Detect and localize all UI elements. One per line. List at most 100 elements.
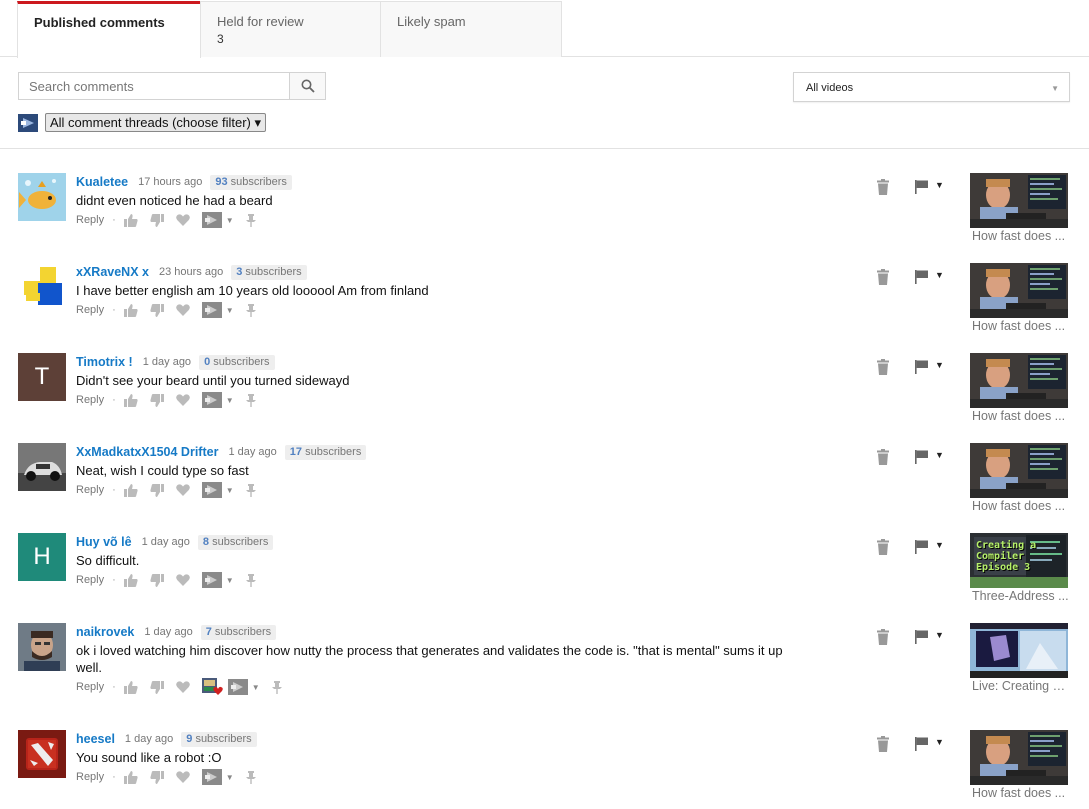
author-name[interactable]: Huy võ lê xyxy=(76,535,132,549)
reply-button[interactable]: Reply xyxy=(76,394,104,406)
thumbs-up-icon[interactable] xyxy=(123,770,138,784)
chevron-down-icon[interactable]: ▼ xyxy=(226,396,234,405)
reply-button[interactable]: Reply xyxy=(76,484,104,496)
reply-button[interactable]: Reply xyxy=(76,214,104,226)
avatar[interactable]: T xyxy=(18,353,66,401)
video-title[interactable]: How fast does ... xyxy=(972,229,1072,243)
chevron-down-icon[interactable]: ▼ xyxy=(226,773,234,782)
video-thumbnail[interactable] xyxy=(970,623,1068,678)
reply-button[interactable]: Reply xyxy=(76,574,104,586)
channel-avatar-icon[interactable] xyxy=(227,679,248,695)
thumbs-up-icon[interactable] xyxy=(123,393,138,407)
creator-heart-avatar[interactable] xyxy=(201,678,224,696)
flag-menu-chevron-icon[interactable]: ▼ xyxy=(935,360,944,370)
tab-held-for-review[interactable]: Held for review 3 xyxy=(200,1,381,57)
thumbs-down-icon[interactable] xyxy=(150,393,164,407)
channel-avatar-icon[interactable] xyxy=(201,392,222,408)
flag-icon[interactable] xyxy=(915,450,929,464)
thumbs-up-icon[interactable] xyxy=(123,573,138,587)
video-thumbnail[interactable] xyxy=(970,173,1068,228)
comment-time[interactable]: 1 day ago xyxy=(142,536,190,548)
comment-time[interactable]: 1 day ago xyxy=(143,356,191,368)
trash-icon[interactable] xyxy=(877,539,889,555)
video-title[interactable]: How fast does ... xyxy=(972,786,1072,800)
author-name[interactable]: Kualetee xyxy=(76,175,128,189)
flag-menu-chevron-icon[interactable]: ▼ xyxy=(935,180,944,190)
flag-menu-chevron-icon[interactable]: ▼ xyxy=(935,630,944,640)
heart-icon[interactable] xyxy=(175,213,190,227)
pin-icon[interactable] xyxy=(244,573,258,587)
search-input[interactable] xyxy=(18,72,290,100)
pin-icon[interactable] xyxy=(270,680,284,694)
flag-menu-chevron-icon[interactable]: ▼ xyxy=(935,450,944,460)
heart-icon[interactable] xyxy=(175,770,190,784)
video-thumbnail[interactable]: Creating a Compiler Episode 3 xyxy=(970,533,1068,588)
search-button[interactable] xyxy=(289,72,326,100)
heart-icon[interactable] xyxy=(175,303,190,317)
channel-avatar-icon[interactable] xyxy=(201,482,222,498)
dota-avatar[interactable] xyxy=(18,730,66,778)
pin-icon[interactable] xyxy=(244,213,258,227)
thread-filter-select[interactable]: All comment threads (choose filter) ▾ xyxy=(45,113,266,132)
reply-button[interactable]: Reply xyxy=(76,304,104,316)
video-filter-dropdown[interactable]: All videos ▼ xyxy=(793,72,1070,102)
car-avatar[interactable] xyxy=(18,443,66,491)
trash-icon[interactable] xyxy=(877,179,889,195)
trash-icon[interactable] xyxy=(877,449,889,465)
video-thumbnail[interactable] xyxy=(970,263,1068,318)
author-name[interactable]: xXRaveNX x xyxy=(76,265,149,279)
flag-icon[interactable] xyxy=(915,270,929,284)
video-thumbnail[interactable] xyxy=(970,443,1068,498)
trash-icon[interactable] xyxy=(877,269,889,285)
thumbs-down-icon[interactable] xyxy=(150,770,164,784)
thumbs-down-icon[interactable] xyxy=(150,213,164,227)
video-title[interactable]: How fast does ... xyxy=(972,319,1072,333)
comment-time[interactable]: 17 hours ago xyxy=(138,176,202,188)
tab-published-comments[interactable]: Published comments xyxy=(17,1,201,58)
chevron-down-icon[interactable]: ▼ xyxy=(252,683,260,692)
pin-icon[interactable] xyxy=(244,393,258,407)
chevron-down-icon[interactable]: ▼ xyxy=(226,216,234,225)
pin-icon[interactable] xyxy=(244,303,258,317)
chevron-down-icon[interactable]: ▼ xyxy=(226,486,234,495)
flag-menu-chevron-icon[interactable]: ▼ xyxy=(935,540,944,550)
tab-likely-spam[interactable]: Likely spam xyxy=(380,1,562,57)
flag-icon[interactable] xyxy=(915,630,929,644)
flag-icon[interactable] xyxy=(915,180,929,194)
comment-time[interactable]: 1 day ago xyxy=(228,446,276,458)
channel-avatar-icon[interactable] xyxy=(201,769,222,785)
block-figure-avatar[interactable] xyxy=(18,263,66,311)
author-name[interactable]: naikrovek xyxy=(76,625,134,639)
man-avatar[interactable] xyxy=(18,623,66,671)
thumbs-up-icon[interactable] xyxy=(123,213,138,227)
thumbs-up-icon[interactable] xyxy=(123,303,138,317)
flag-icon[interactable] xyxy=(915,540,929,554)
flag-menu-chevron-icon[interactable]: ▼ xyxy=(935,737,944,747)
flag-icon[interactable] xyxy=(915,360,929,374)
channel-avatar-icon[interactable] xyxy=(201,212,222,228)
video-thumbnail[interactable] xyxy=(970,353,1068,408)
pin-icon[interactable] xyxy=(244,770,258,784)
chevron-down-icon[interactable]: ▼ xyxy=(226,306,234,315)
author-name[interactable]: XxMadkatxX1504 Drifter xyxy=(76,445,218,459)
heart-icon[interactable] xyxy=(175,483,190,497)
video-title[interactable]: How fast does ... xyxy=(972,409,1072,423)
video-title[interactable]: Live: Creating C... xyxy=(972,679,1072,693)
author-name[interactable]: heesel xyxy=(76,732,115,746)
reply-button[interactable]: Reply xyxy=(76,771,104,783)
video-title[interactable]: Three-Address ... xyxy=(972,589,1072,603)
chevron-down-icon[interactable]: ▼ xyxy=(226,576,234,585)
thumbs-down-icon[interactable] xyxy=(150,573,164,587)
comment-time[interactable]: 1 day ago xyxy=(125,733,173,745)
avatar[interactable]: H xyxy=(18,533,66,581)
channel-avatar-icon[interactable] xyxy=(201,302,222,318)
thumbs-down-icon[interactable] xyxy=(150,303,164,317)
trash-icon[interactable] xyxy=(877,359,889,375)
video-thumbnail[interactable] xyxy=(970,730,1068,785)
thumbs-down-icon[interactable] xyxy=(150,483,164,497)
thumbs-up-icon[interactable] xyxy=(123,483,138,497)
comment-time[interactable]: 23 hours ago xyxy=(159,266,223,278)
flag-icon[interactable] xyxy=(915,737,929,751)
pin-icon[interactable] xyxy=(244,483,258,497)
heart-icon[interactable] xyxy=(175,393,190,407)
